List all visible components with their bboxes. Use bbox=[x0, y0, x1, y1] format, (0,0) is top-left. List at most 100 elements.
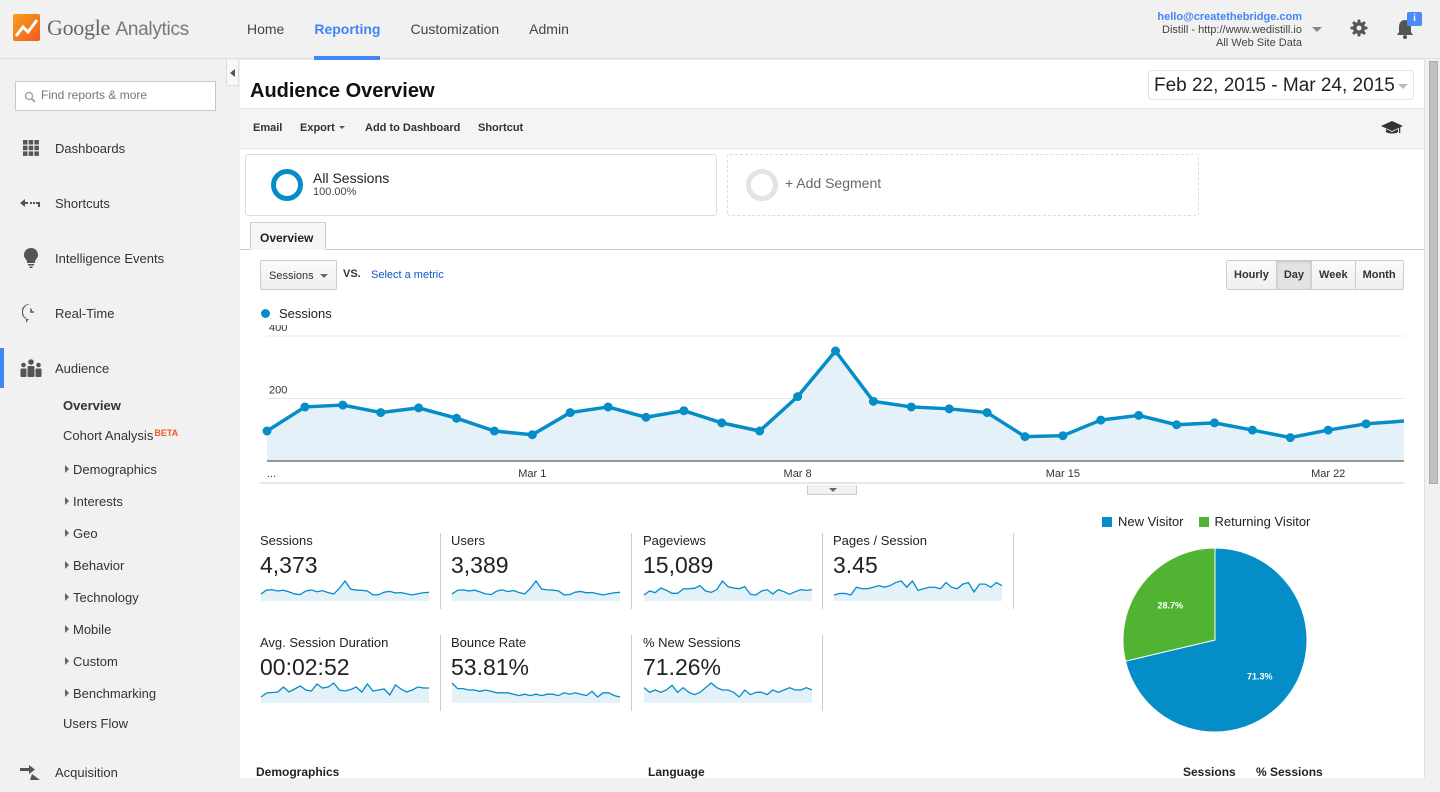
data-point[interactable] bbox=[338, 400, 348, 410]
data-point[interactable] bbox=[1323, 425, 1333, 435]
nav-admin[interactable]: Admin bbox=[529, 0, 569, 59]
sessions-line-chart[interactable]: 200 400... Mar 1 Mar 8 Mar 15 Mar 22 bbox=[260, 325, 1405, 485]
collapse-sidebar-button[interactable] bbox=[226, 60, 239, 86]
metric-tile-pageviews[interactable]: Pageviews 15,089 bbox=[643, 533, 824, 609]
data-point[interactable] bbox=[414, 403, 424, 413]
chart-collapse-toggle[interactable] bbox=[807, 485, 857, 495]
data-point[interactable] bbox=[793, 392, 803, 402]
metric-label: % New Sessions bbox=[643, 635, 741, 650]
data-point[interactable] bbox=[944, 404, 954, 414]
page-scrollbar[interactable] bbox=[1424, 60, 1440, 778]
sidebar-item-acquisition[interactable]: Acquisition bbox=[0, 752, 240, 792]
segment-all-sessions[interactable]: All Sessions 100.00% bbox=[245, 154, 717, 216]
week-button[interactable]: Week bbox=[1312, 261, 1356, 289]
shortcut-button[interactable]: Shortcut bbox=[478, 122, 523, 134]
expand-arrow-icon bbox=[65, 465, 69, 473]
nav-home[interactable]: Home bbox=[247, 0, 284, 59]
data-point[interactable] bbox=[300, 402, 310, 412]
data-point[interactable] bbox=[376, 408, 386, 418]
hourly-button[interactable]: Hourly bbox=[1227, 261, 1277, 289]
metric-value: 3.45 bbox=[833, 552, 878, 578]
sidebar-sub-interests[interactable]: Interests bbox=[63, 494, 123, 509]
metric-label: Users bbox=[451, 533, 485, 548]
sidebar-item-intelligence-events[interactable]: Intelligence Events bbox=[0, 238, 240, 278]
data-point[interactable] bbox=[868, 396, 878, 406]
sidebar-item-dashboards[interactable]: Dashboards bbox=[0, 128, 240, 168]
data-point[interactable] bbox=[1134, 410, 1144, 420]
add-to-dashboard-button[interactable]: Add to Dashboard bbox=[365, 122, 460, 134]
data-point[interactable] bbox=[603, 402, 613, 412]
sidebar-sub-cohort-analysis[interactable]: Cohort AnalysisBETA bbox=[63, 428, 178, 443]
sparkline bbox=[643, 682, 813, 703]
sub-item-label: Behavior bbox=[73, 558, 125, 573]
account-dropdown-icon[interactable] bbox=[1312, 27, 1322, 32]
pie-slice-label: 71.3% bbox=[1247, 671, 1273, 681]
sessions-column-header[interactable]: Sessions bbox=[1183, 765, 1236, 779]
metric-tile-users[interactable]: Users 3,389 bbox=[451, 533, 632, 609]
data-point[interactable] bbox=[1096, 415, 1106, 425]
select-metric-link[interactable]: Select a metric bbox=[371, 269, 444, 281]
metric-tile-pages-session[interactable]: Pages / Session 3.45 bbox=[833, 533, 1014, 609]
pct-sessions-column-header[interactable]: % Sessions bbox=[1256, 765, 1323, 779]
data-point[interactable] bbox=[831, 346, 840, 356]
sidebar-item-real-time[interactable]: Real-Time bbox=[0, 293, 240, 333]
metric-tile--new-sessions[interactable]: % New Sessions 71.26% bbox=[643, 635, 824, 711]
sidebar-sub-custom[interactable]: Custom bbox=[63, 654, 118, 669]
find-reports-search[interactable] bbox=[15, 81, 216, 111]
legend-returning-visitor[interactable]: Returning Visitor bbox=[1198, 514, 1310, 529]
search-input[interactable] bbox=[41, 88, 211, 102]
scrollbar-thumb[interactable] bbox=[1429, 61, 1438, 484]
nav-customization[interactable]: Customization bbox=[410, 0, 499, 59]
sidebar-item-audience[interactable]: Audience bbox=[0, 348, 240, 388]
data-point[interactable] bbox=[1020, 432, 1030, 442]
metric-tile-sessions[interactable]: Sessions 4,373 bbox=[260, 533, 441, 609]
add-segment-button[interactable]: + Add Segment bbox=[727, 154, 1199, 216]
data-point[interactable] bbox=[262, 426, 272, 436]
day-button[interactable]: Day bbox=[1276, 261, 1313, 289]
metric-value: 15,089 bbox=[643, 552, 714, 578]
data-point[interactable] bbox=[679, 406, 689, 416]
sidebar-item-shortcuts[interactable]: Shortcuts bbox=[0, 183, 240, 223]
notification-badge[interactable]: i bbox=[1407, 12, 1422, 26]
tab-overview[interactable]: Overview bbox=[250, 222, 326, 250]
settings-gear-icon[interactable] bbox=[1350, 19, 1368, 42]
date-range-picker[interactable]: Feb 22, 2015 - Mar 24, 2015 bbox=[1148, 70, 1414, 100]
data-point[interactable] bbox=[452, 413, 461, 423]
data-point[interactable] bbox=[1247, 425, 1257, 435]
sidebar-sub-users-flow[interactable]: Users Flow bbox=[63, 716, 128, 731]
sub-item-label: Interests bbox=[73, 494, 123, 509]
sidebar-sub-benchmarking[interactable]: Benchmarking bbox=[63, 686, 156, 701]
data-point[interactable] bbox=[717, 418, 727, 428]
sidebar-sub-overview[interactable]: Overview bbox=[63, 398, 121, 413]
metric-tile-bounce-rate[interactable]: Bounce Rate 53.81% bbox=[451, 635, 632, 711]
email-button[interactable]: Email bbox=[253, 122, 282, 134]
data-point[interactable] bbox=[906, 402, 916, 412]
data-point[interactable] bbox=[1172, 420, 1182, 430]
sidebar-sub-behavior[interactable]: Behavior bbox=[63, 558, 124, 573]
data-point[interactable] bbox=[1361, 419, 1371, 429]
export-button[interactable]: Export bbox=[300, 122, 345, 134]
metric-select[interactable]: Sessions bbox=[260, 260, 337, 290]
legend-new-visitor[interactable]: New Visitor bbox=[1102, 514, 1184, 529]
sidebar-sub-mobile[interactable]: Mobile bbox=[63, 622, 111, 637]
sidebar-sub-demographics[interactable]: Demographics bbox=[63, 462, 157, 477]
data-point[interactable] bbox=[641, 412, 651, 422]
data-point[interactable] bbox=[1285, 433, 1295, 443]
data-point[interactable] bbox=[565, 408, 575, 418]
data-point[interactable] bbox=[527, 430, 537, 440]
metric-tile-avg-session-duration[interactable]: Avg. Session Duration 00:02:52 bbox=[260, 635, 441, 711]
data-point[interactable] bbox=[489, 426, 499, 436]
visitor-pie-chart[interactable]: 71.3% 28.7% bbox=[1120, 545, 1310, 735]
data-point[interactable] bbox=[755, 426, 765, 436]
sidebar-item-label: Acquisition bbox=[55, 764, 118, 780]
month-button[interactable]: Month bbox=[1355, 261, 1403, 289]
google-analytics-logo[interactable]: Google Analytics bbox=[13, 14, 189, 41]
data-point[interactable] bbox=[1210, 418, 1219, 428]
data-point[interactable] bbox=[982, 408, 992, 418]
data-point[interactable] bbox=[1058, 431, 1068, 441]
account-selector[interactable]: hello@createthebridge.com Distill - http… bbox=[1157, 11, 1302, 50]
sidebar-sub-geo[interactable]: Geo bbox=[63, 526, 98, 541]
nav-reporting[interactable]: Reporting bbox=[314, 0, 381, 60]
sidebar-sub-technology[interactable]: Technology bbox=[63, 590, 139, 605]
graduation-cap-icon[interactable] bbox=[1381, 120, 1403, 141]
